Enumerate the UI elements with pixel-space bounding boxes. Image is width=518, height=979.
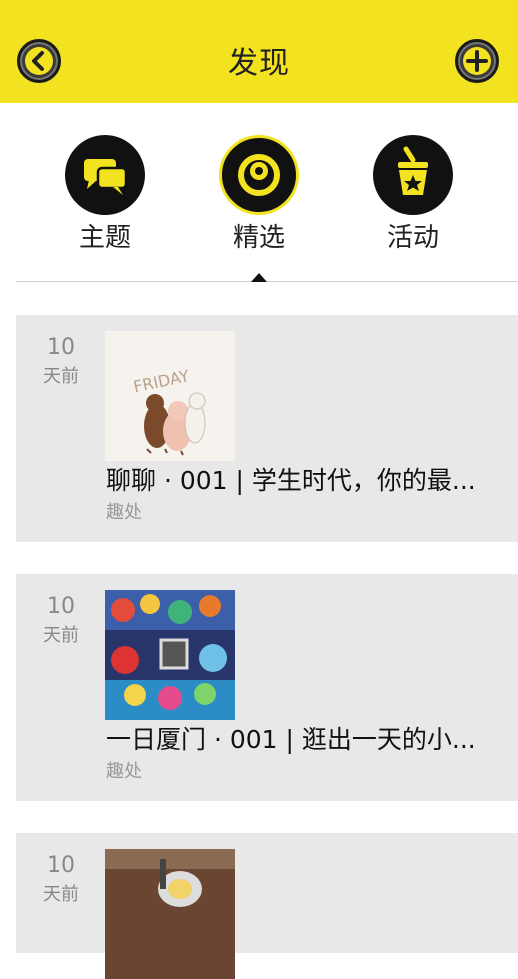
topic-disc (65, 135, 145, 215)
card-thumbnail[interactable] (105, 590, 235, 720)
tab-topics[interactable]: 主题 (45, 135, 165, 254)
card-thumbnail[interactable] (105, 849, 235, 979)
tab-topics-label: 主题 (78, 223, 131, 253)
days-ago-number: 10 (47, 335, 75, 360)
plus-icon (463, 47, 491, 75)
page-title: 发现 (228, 46, 290, 81)
days-ago-number: 10 (47, 594, 75, 619)
ice-bucket-star-icon (398, 146, 428, 195)
tabs-divider (16, 281, 518, 282)
days-ago: 10 天前 (16, 335, 106, 389)
target-ring-icon (238, 154, 280, 196)
graffiti-wall-photo (105, 590, 235, 720)
tab-events[interactable]: 活动 (353, 135, 473, 254)
days-ago: 10 天前 (16, 853, 106, 907)
card-title[interactable]: 一日厦门 · 001 | 逛出一天的小... (106, 720, 506, 756)
top-bar: 发现 (0, 0, 518, 103)
food-table-photo (105, 849, 235, 979)
days-ago-unit: 天前 (43, 625, 79, 646)
card-source[interactable]: 趣处 (106, 757, 142, 783)
events-disc (373, 135, 453, 215)
card-source[interactable]: 趣处 (106, 498, 142, 524)
chat-bubbles-icon (84, 159, 128, 195)
tab-events-label: 活动 (386, 223, 439, 253)
feed-card[interactable]: 10 天前 FRIDAY 聊聊 · 001 | 学生时代，你的最... 趣处 (16, 315, 518, 542)
friday-pigs-illustration: FRIDAY (105, 331, 235, 461)
card-thumbnail[interactable]: FRIDAY (105, 331, 235, 461)
selected-tab-indicator (251, 273, 267, 282)
days-ago-unit: 天前 (43, 366, 79, 387)
days-ago-number: 10 (47, 853, 75, 878)
category-tabs: 主题 精选 活动 (0, 135, 518, 260)
add-button[interactable] (455, 39, 499, 83)
days-ago: 10 天前 (16, 594, 106, 648)
feed-card[interactable]: 10 天前 (16, 833, 518, 979)
tab-featured[interactable]: 精选 (199, 135, 319, 254)
card-title[interactable]: 聊聊 · 001 | 学生时代，你的最... (106, 461, 506, 497)
days-ago-unit: 天前 (43, 884, 79, 905)
feed-card[interactable]: 10 天前 一日厦门 · 001 | 逛出一天的小... 趣处 (16, 574, 518, 801)
tab-featured-label: 精选 (232, 223, 285, 253)
featured-disc (219, 135, 299, 215)
